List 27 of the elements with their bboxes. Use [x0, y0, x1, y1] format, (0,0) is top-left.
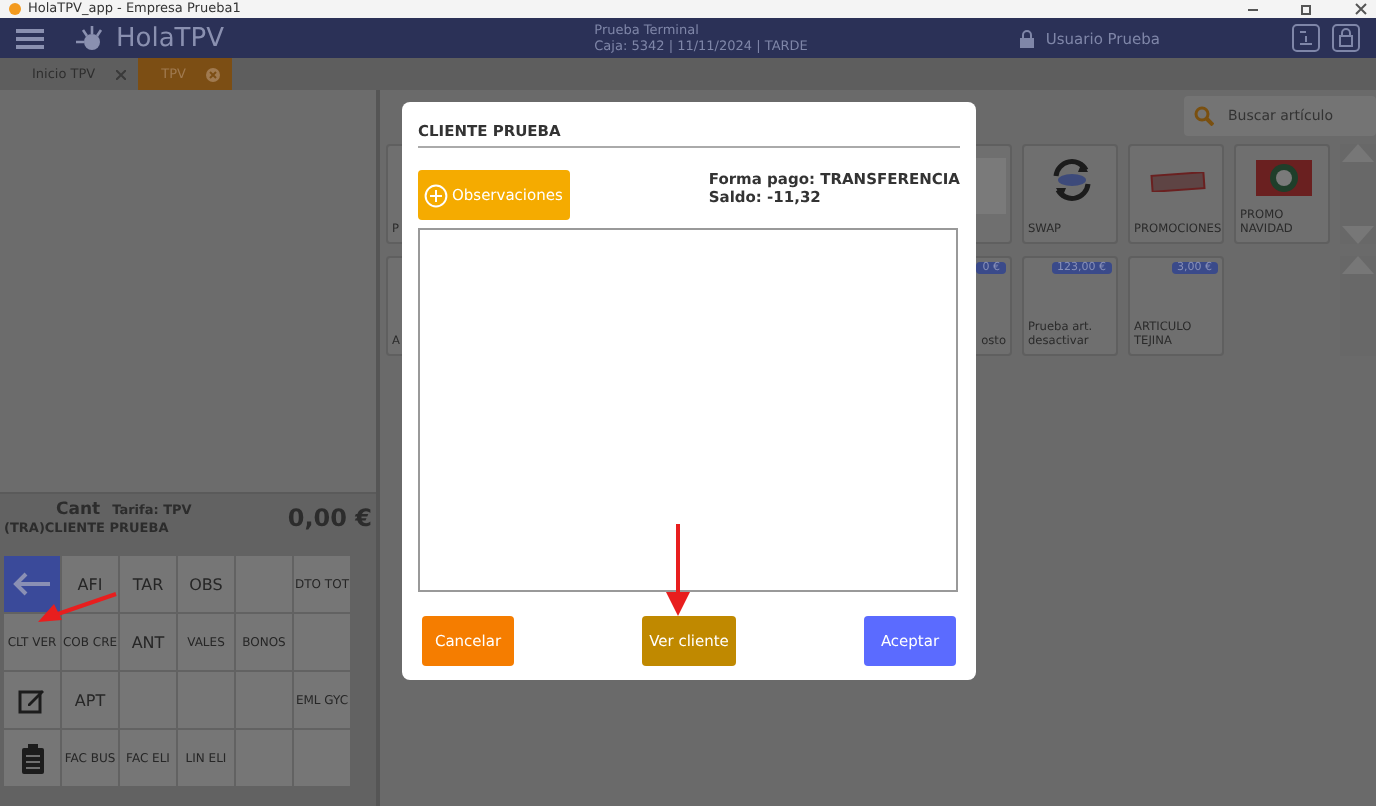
- annotation-arrow: [36, 592, 120, 624]
- back-key[interactable]: [4, 556, 60, 612]
- key[interactable]: TAR: [120, 556, 176, 612]
- promo-stamp-icon: [1150, 172, 1206, 192]
- lock-button-icon[interactable]: [1332, 24, 1360, 52]
- annotation-arrow: [666, 524, 690, 616]
- app-icon: [8, 2, 22, 16]
- close-icon[interactable]: [1354, 2, 1368, 16]
- back-arrow-icon: [10, 570, 54, 598]
- menu-icon[interactable]: [16, 27, 44, 49]
- key[interactable]: ANT: [120, 614, 176, 670]
- app-logo: HolaTPV: [116, 23, 224, 53]
- lock-icon: [1019, 29, 1034, 47]
- key[interactable]: OBS: [178, 556, 234, 612]
- key[interactable]: AFI: [62, 556, 118, 612]
- key[interactable]: APT: [62, 672, 118, 728]
- swap-icon: [1048, 156, 1096, 204]
- plus-icon: [424, 183, 448, 207]
- hand-logo-icon: [76, 24, 104, 52]
- restore-icon[interactable]: [1300, 2, 1314, 16]
- edit-icon: [18, 686, 46, 714]
- wreath-icon: [1256, 160, 1312, 196]
- notes-field[interactable]: [418, 228, 958, 592]
- key[interactable]: [4, 730, 60, 786]
- clipboard-icon: [21, 743, 43, 773]
- user-switch-icon[interactable]: [1292, 24, 1320, 52]
- key[interactable]: [4, 672, 60, 728]
